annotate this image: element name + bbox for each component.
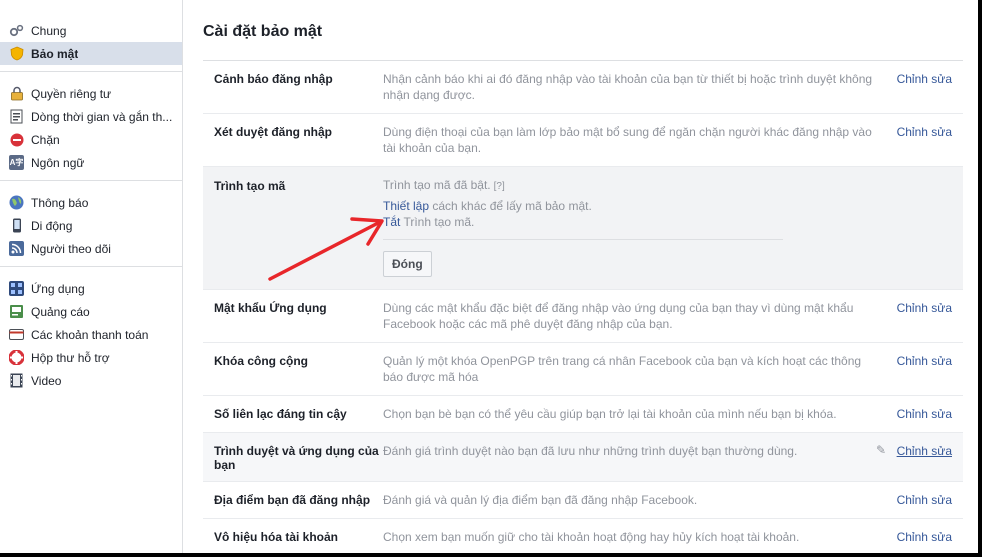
sidebar-item-privacy[interactable]: Quyền riêng tư bbox=[0, 82, 182, 105]
edit-link[interactable]: Chỉnh sửa bbox=[897, 72, 952, 86]
setting-description: Quản lý một khóa OpenPGP trên trang cá n… bbox=[383, 354, 862, 384]
edit-link[interactable]: Chỉnh sửa bbox=[897, 530, 952, 544]
security-settings-panel: Cài đặt bảo mật Cảnh báo đăng nhập Nhận … bbox=[203, 0, 963, 553]
sidebar-item-blocking[interactable]: Chặn bbox=[0, 128, 182, 151]
sidebar-item-label: Các khoản thanh toán bbox=[31, 327, 149, 342]
sidebar-item-label: Hộp thư hỗ trợ bbox=[31, 350, 110, 365]
edit-link[interactable]: Chỉnh sửa bbox=[897, 301, 952, 315]
timeline-icon bbox=[9, 109, 24, 124]
sidebar-item-label: Người theo dõi bbox=[31, 241, 111, 256]
setting-row-deactivate-account[interactable]: Vô hiệu hóa tài khoản Chọn xem bạn muốn … bbox=[203, 519, 963, 553]
setting-row-login-alerts[interactable]: Cảnh báo đăng nhập Nhận cảnh báo khi ai … bbox=[203, 61, 963, 114]
edit-link[interactable]: Chỉnh sửa bbox=[897, 493, 952, 507]
setup-link[interactable]: Thiết lập bbox=[383, 199, 429, 213]
code-generator-off-line: Tắt Trình tạo mã. bbox=[383, 215, 474, 230]
lock-icon bbox=[9, 86, 24, 101]
setting-description: Nhận cảnh báo khi ai đó đăng nhập vào tà… bbox=[383, 72, 873, 102]
setting-row-logged-in-locations[interactable]: Địa điểm bạn đã đăng nhập Đánh giá và qu… bbox=[203, 482, 963, 519]
settings-window: Chung Bảo mật Quyền riêng tư Dòng thời g… bbox=[0, 0, 978, 553]
nav-group-notifications: Thông báo Di động Người theo dõi bbox=[0, 181, 182, 267]
page-title: Cài đặt bảo mật bbox=[203, 23, 323, 40]
mobile-icon bbox=[9, 218, 24, 233]
globe-icon bbox=[9, 195, 24, 210]
sidebar-item-notifications[interactable]: Thông báo bbox=[0, 191, 182, 214]
sidebar-item-support-inbox[interactable]: Hộp thư hỗ trợ bbox=[0, 346, 182, 369]
edit-link[interactable]: Chỉnh sửa bbox=[897, 354, 952, 368]
pencil-icon: ✎ bbox=[875, 443, 886, 457]
sidebar-item-label: Chung bbox=[31, 23, 67, 38]
gears-icon bbox=[9, 23, 24, 38]
settings-sidebar: Chung Bảo mật Quyền riêng tư Dòng thời g… bbox=[0, 0, 183, 553]
language-icon: A字 bbox=[9, 155, 24, 170]
sidebar-item-label: Chặn bbox=[31, 132, 60, 147]
sidebar-item-general[interactable]: Chung bbox=[0, 19, 182, 42]
apps-icon bbox=[9, 281, 24, 296]
setting-label: Số liên lạc đáng tin cậy bbox=[214, 407, 347, 421]
sidebar-item-label: Ngôn ngữ bbox=[31, 155, 85, 170]
close-button[interactable]: Đóng bbox=[383, 251, 432, 277]
sidebar-item-label: Thông báo bbox=[31, 195, 89, 210]
setting-row-public-key[interactable]: Khóa công cộng Quản lý một khóa OpenPGP … bbox=[203, 343, 963, 396]
sidebar-item-apps[interactable]: Ứng dụng bbox=[0, 277, 182, 300]
sidebar-item-payments[interactable]: Các khoản thanh toán bbox=[0, 323, 182, 346]
setting-description: Dùng các mật khẩu đặc biệt để đăng nhập … bbox=[383, 301, 854, 331]
setting-label: Trình duyệt và ứng dụng của bạn bbox=[214, 444, 379, 472]
setting-description: Dùng điện thoại của bạn làm lớp bảo mật … bbox=[383, 125, 872, 155]
sidebar-item-label: Quyền riêng tư bbox=[31, 86, 112, 101]
help-link[interactable]: [?] bbox=[494, 181, 505, 192]
sidebar-item-label: Quảng cáo bbox=[31, 304, 90, 319]
rss-icon bbox=[9, 241, 24, 256]
ads-icon bbox=[9, 304, 24, 319]
setting-label: Trình tạo mã bbox=[214, 179, 286, 193]
sidebar-item-label: Di động bbox=[31, 218, 73, 233]
edit-link[interactable]: Chỉnh sửa bbox=[897, 444, 952, 458]
sidebar-item-ads[interactable]: Quảng cáo bbox=[0, 300, 182, 323]
code-generator-setup-line: Thiết lập cách khác để lấy mã bảo mật. bbox=[383, 199, 592, 214]
setting-label: Địa điểm bạn đã đăng nhập bbox=[214, 493, 371, 507]
block-icon bbox=[9, 132, 24, 147]
nav-group-account: Chung Bảo mật bbox=[0, 0, 182, 72]
sidebar-item-label: Ứng dụng bbox=[31, 281, 85, 296]
setup-text: cách khác để lấy mã bảo mật. bbox=[429, 199, 592, 213]
edit-link[interactable]: Chỉnh sửa bbox=[897, 407, 952, 421]
credit-card-icon bbox=[9, 327, 24, 342]
sidebar-item-followers[interactable]: Người theo dõi bbox=[0, 237, 182, 260]
edit-link[interactable]: Chỉnh sửa bbox=[897, 125, 952, 139]
support-lifebuoy-icon bbox=[9, 350, 24, 365]
security-badge-icon bbox=[9, 46, 24, 61]
sidebar-item-label: Dòng thời gian và gắn th... bbox=[31, 109, 173, 124]
setting-description: Chọn bạn bè bạn có thể yêu cầu giúp bạn … bbox=[383, 407, 837, 421]
setting-label: Khóa công cộng bbox=[214, 354, 308, 368]
sidebar-item-video[interactable]: Video bbox=[0, 369, 182, 392]
nav-group-apps: Ứng dụng Quảng cáo Các khoản thanh toán … bbox=[0, 267, 182, 398]
divider bbox=[383, 239, 783, 240]
setting-row-code-generator: Trình tạo mã Trình tạo mã đã bật. [?] Thi… bbox=[203, 167, 963, 290]
setting-row-app-passwords[interactable]: Mật khẩu Ứng dụng Dùng các mật khẩu đặc … bbox=[203, 290, 963, 343]
setting-label: Cảnh báo đăng nhập bbox=[214, 72, 333, 86]
setting-row-browsers-apps[interactable]: Trình duyệt và ứng dụng của bạn Đánh giá… bbox=[203, 433, 963, 482]
sidebar-item-timeline-tagging[interactable]: Dòng thời gian và gắn th... bbox=[0, 105, 182, 128]
code-generator-status: Trình tạo mã đã bật. [?] bbox=[383, 178, 505, 194]
sidebar-item-mobile[interactable]: Di động bbox=[0, 214, 182, 237]
setting-label: Xét duyệt đăng nhập bbox=[214, 125, 333, 139]
film-icon bbox=[9, 373, 24, 388]
sidebar-item-language[interactable]: A字 Ngôn ngữ bbox=[0, 151, 182, 174]
setting-label: Mật khẩu Ứng dụng bbox=[214, 301, 327, 315]
sidebar-item-label: Bảo mật bbox=[31, 46, 79, 61]
status-text: Trình tạo mã đã bật. bbox=[383, 178, 491, 192]
sidebar-item-security[interactable]: Bảo mật bbox=[0, 42, 182, 65]
setting-row-trusted-contacts[interactable]: Số liên lạc đáng tin cậy Chọn bạn bè bạn… bbox=[203, 396, 963, 433]
setting-label: Vô hiệu hóa tài khoản bbox=[214, 530, 339, 544]
setting-description: Đánh giá trình duyệt nào bạn đã lưu như … bbox=[383, 444, 798, 458]
setting-row-login-approvals[interactable]: Xét duyệt đăng nhập Dùng điện thoại của … bbox=[203, 114, 963, 167]
sidebar-item-label: Video bbox=[31, 373, 62, 388]
setting-description: Chọn xem bạn muốn giữ cho tài khoản hoạt… bbox=[383, 530, 800, 544]
setting-description: Đánh giá và quản lý địa điểm bạn đã đăng… bbox=[383, 493, 698, 507]
turn-off-link[interactable]: Tắt bbox=[383, 215, 400, 229]
turn-off-text: Trình tạo mã. bbox=[400, 215, 475, 229]
nav-group-privacy: Quyền riêng tư Dòng thời gian và gắn th.… bbox=[0, 72, 182, 181]
